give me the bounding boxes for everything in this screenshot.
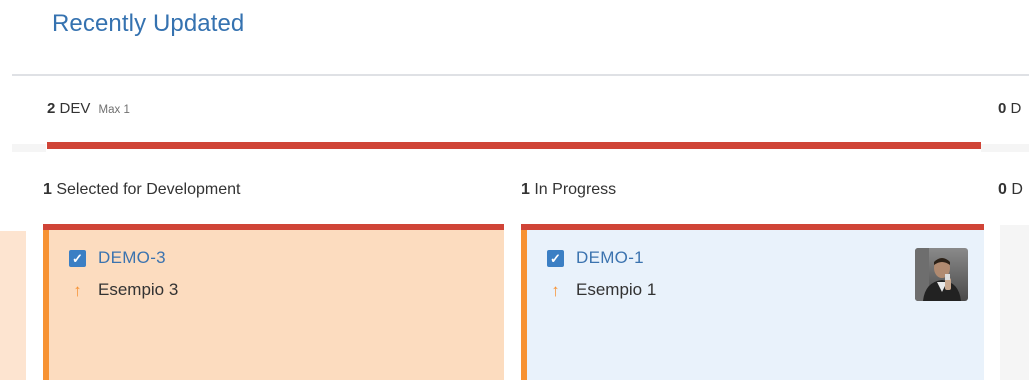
next-swimlane-header[interactable]: 0 D [998, 100, 1021, 117]
swimlane-max: Max 1 [98, 104, 130, 116]
background-band [981, 144, 1029, 152]
checkbox-icon: ✓ [547, 249, 564, 267]
column-header-in-progress[interactable]: 1 In Progress [521, 181, 616, 199]
issue-card-demo-1[interactable]: ✓ DEMO-1 ↑ Esempio 1 [521, 230, 984, 380]
priority-high-icon: ↑ [551, 280, 560, 300]
background-band [12, 144, 46, 152]
swimlane-header[interactable]: 2 DEV Max 1 [47, 100, 130, 117]
page-title[interactable]: Recently Updated [52, 10, 244, 38]
section-divider [12, 74, 1029, 76]
assignee-avatar[interactable] [915, 248, 968, 301]
swimlane-count: 2 [47, 100, 56, 117]
issue-summary: Esempio 1 [576, 280, 657, 299]
avatar-photo-icon [915, 248, 968, 301]
checkbox-icon: ✓ [69, 249, 86, 267]
previous-column-edge [0, 231, 26, 380]
issue-card-demo-3[interactable]: ✓ DEMO-3 ↑ Esempio 3 [43, 230, 504, 380]
column-header-done[interactable]: 0 D [998, 181, 1023, 199]
priority-high-icon: ↑ [73, 280, 82, 300]
column-name: In Progress [534, 181, 617, 198]
swimlane-name: DEV [59, 100, 91, 117]
column-header-selected[interactable]: 1 Selected for Development [43, 181, 240, 199]
column-count: 1 [43, 181, 52, 198]
next-swimlane-count: 0 [998, 100, 1007, 117]
issue-key-link[interactable]: DEMO-1 [576, 248, 644, 268]
column-name: Selected for Development [56, 181, 241, 198]
column-count: 1 [521, 181, 530, 198]
column-count: 0 [998, 181, 1007, 198]
next-column-edge [1000, 225, 1029, 380]
issue-key-link[interactable]: DEMO-3 [98, 248, 166, 268]
issue-summary: Esempio 3 [98, 280, 179, 299]
swimlane-limit-bar [47, 142, 981, 149]
column-name: D [1011, 181, 1023, 198]
next-swimlane-name: D [1010, 100, 1022, 117]
